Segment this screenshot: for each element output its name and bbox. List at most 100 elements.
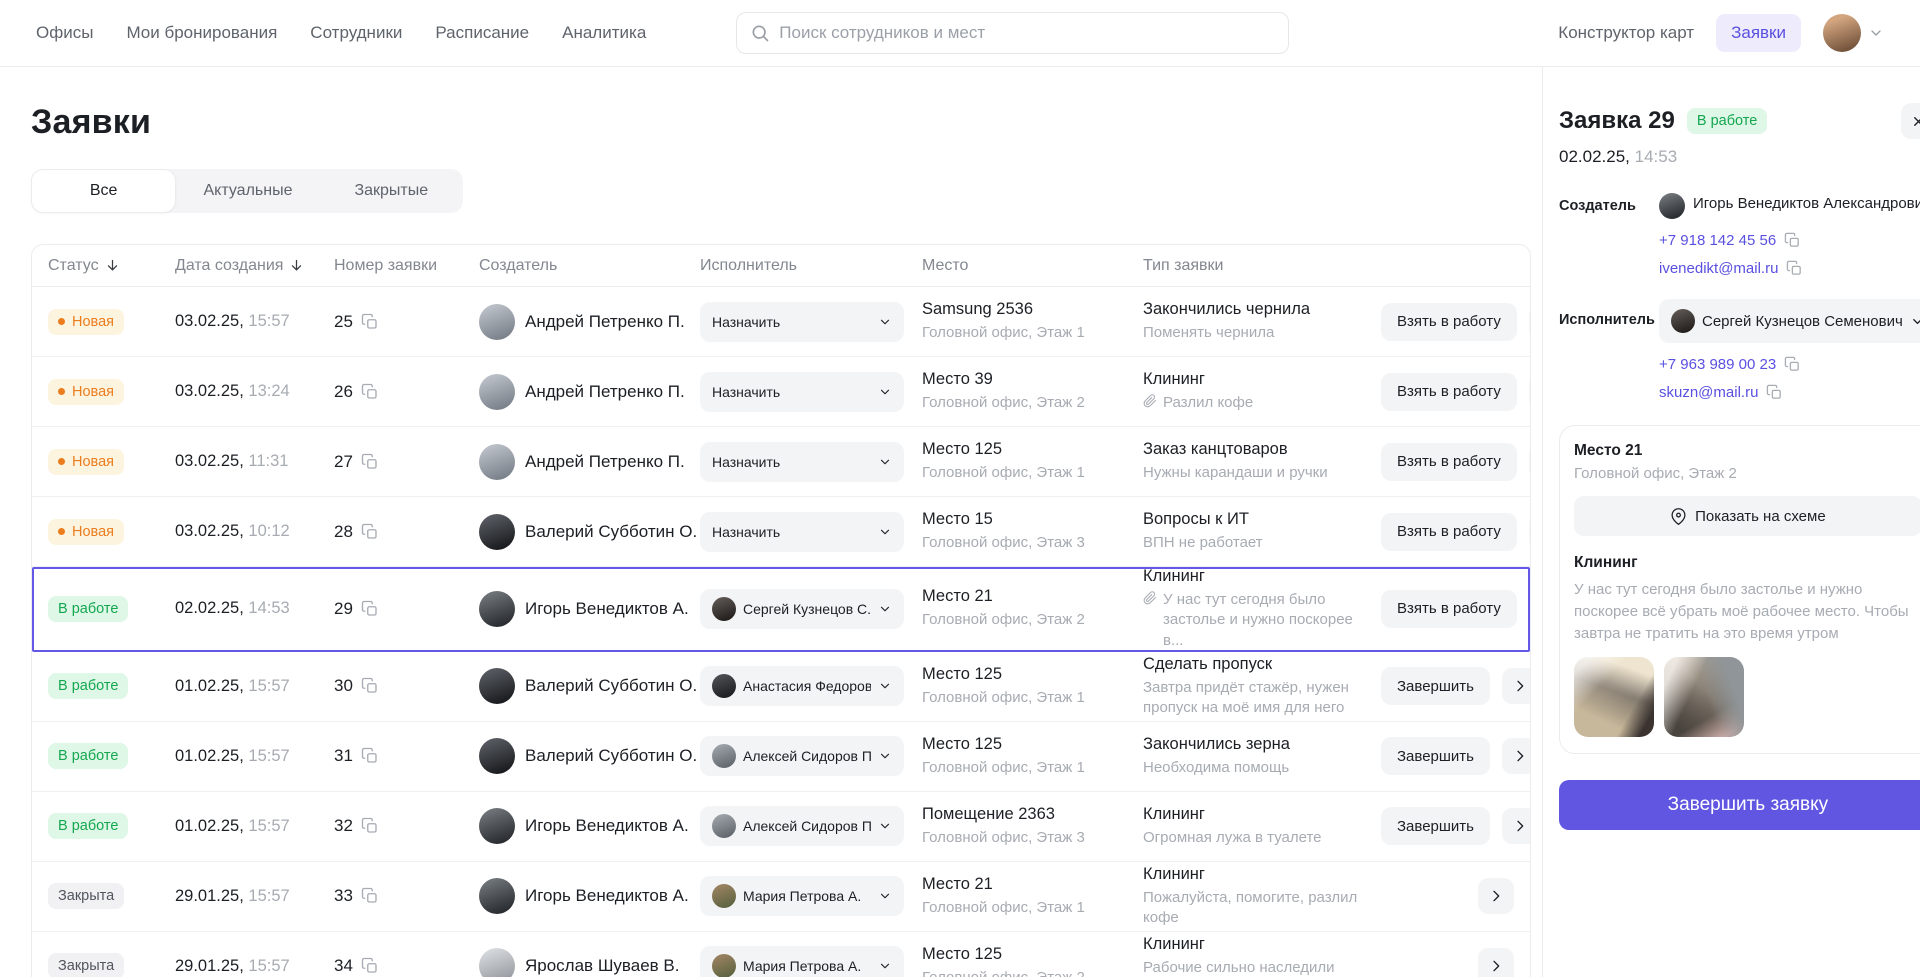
copy-icon[interactable]	[361, 313, 379, 331]
chevron-right-icon	[1512, 818, 1528, 834]
open-request-button[interactable]	[1502, 808, 1531, 844]
creator-avatar	[479, 591, 515, 627]
nav-item[interactable]: Мои бронирования	[126, 23, 277, 43]
executor-avatar	[712, 884, 736, 908]
table-row[interactable]: Новая 03.02.25, 15:57 25 Андрей Петренко…	[32, 287, 1530, 357]
copy-icon[interactable]	[1766, 384, 1783, 401]
copy-icon[interactable]	[1786, 260, 1803, 277]
request-number: 29	[334, 599, 353, 619]
table-row[interactable]: В работе 02.02.25, 14:53 29 Игорь Венеди…	[32, 567, 1530, 652]
executor-select[interactable]: Анастасия Федорова В.	[700, 666, 904, 706]
status-badge: В работе	[48, 596, 128, 622]
copy-icon[interactable]	[361, 817, 379, 835]
copy-icon[interactable]	[1784, 356, 1801, 373]
paperclip-icon	[1143, 394, 1157, 408]
row-action-button[interactable]: Взять в работу	[1381, 590, 1517, 628]
executor-select[interactable]: Назначить	[700, 442, 904, 482]
attachment-photos	[1574, 657, 1920, 737]
table-row[interactable]: Закрыта 29.01.25, 15:57 34 Ярослав Шувае…	[32, 932, 1530, 977]
table-row[interactable]: Новая 03.02.25, 10:12 28 Валерий Субботи…	[32, 497, 1530, 567]
executor-avatar	[712, 597, 736, 621]
column-header[interactable]: Статус	[48, 257, 175, 275]
executor-select[interactable]: Алексей Сидоров П.	[700, 736, 904, 776]
copy-icon[interactable]	[361, 677, 379, 695]
open-request-button[interactable]	[1502, 738, 1531, 774]
search-input[interactable]	[779, 23, 1275, 43]
request-description: У нас тут сегодня было застолье и нужно …	[1574, 579, 1920, 644]
copy-icon[interactable]	[361, 383, 379, 401]
executor-avatar	[712, 814, 736, 838]
executor-email-link[interactable]: skuzn@mail.ru	[1659, 384, 1758, 401]
copy-icon[interactable]	[361, 887, 379, 905]
open-request-button[interactable]	[1529, 591, 1531, 627]
open-request-button[interactable]	[1478, 878, 1514, 914]
tab-active[interactable]: Все	[31, 169, 176, 213]
created-datetime: 01.02.25, 15:57	[175, 677, 334, 696]
copy-icon[interactable]	[361, 600, 379, 618]
complete-request-button[interactable]: Завершить заявку	[1559, 780, 1920, 830]
tab-inactive[interactable]: Закрытые	[320, 169, 463, 213]
table-row[interactable]: В работе 01.02.25, 15:57 32 Игорь Венеди…	[32, 792, 1530, 862]
nav-item[interactable]: Сотрудники	[310, 23, 402, 43]
creator-label: Создатель	[1559, 193, 1659, 277]
executor-select[interactable]: Мария Петрова А.	[700, 876, 904, 916]
creator-avatar	[479, 948, 515, 977]
executor-select[interactable]: Назначить	[700, 372, 904, 412]
request-number: 27	[334, 452, 353, 472]
copy-icon[interactable]	[1784, 232, 1801, 249]
nav-map-builder[interactable]: Конструктор карт	[1558, 23, 1694, 43]
table-row[interactable]: В работе 01.02.25, 15:57 30 Валерий Субб…	[32, 652, 1530, 722]
executor-select[interactable]: Сергей Кузнецов С.	[700, 589, 904, 629]
close-panel-button[interactable]	[1901, 103, 1920, 139]
copy-icon[interactable]	[361, 747, 379, 765]
open-request-button[interactable]	[1502, 668, 1531, 704]
creator-email-link[interactable]: ivenedikt@mail.ru	[1659, 260, 1778, 277]
creator-cell: Валерий Субботин О.	[479, 668, 700, 704]
show-on-map-button[interactable]: Показать на схеме	[1574, 496, 1920, 536]
table-row[interactable]: Новая 03.02.25, 11:31 27 Андрей Петренко…	[32, 427, 1530, 497]
copy-icon[interactable]	[361, 453, 379, 471]
executor-select[interactable]: Сергей Кузнецов Семенович	[1659, 299, 1920, 343]
chevron-down-icon	[1910, 314, 1920, 329]
open-request-button[interactable]	[1478, 948, 1514, 977]
executor-select[interactable]: Мария Петрова А.	[700, 946, 904, 977]
table-row[interactable]: Закрыта 29.01.25, 15:57 33 Игорь Венедик…	[32, 862, 1530, 932]
row-action-button[interactable]: Взять в работу	[1381, 303, 1517, 341]
copy-icon[interactable]	[361, 523, 379, 541]
table-row[interactable]: В работе 01.02.25, 15:57 31 Валерий Субб…	[32, 722, 1530, 792]
open-request-button[interactable]	[1529, 374, 1531, 410]
nav-item[interactable]: Расписание	[435, 23, 529, 43]
row-action-button[interactable]: Взять в работу	[1381, 373, 1517, 411]
executor-select[interactable]: Назначить	[700, 302, 904, 342]
creator-phone-link[interactable]: +7 918 142 45 56	[1659, 232, 1776, 249]
sort-desc-icon	[289, 258, 304, 273]
user-avatar	[1823, 14, 1861, 52]
nav-item[interactable]: Офисы	[36, 23, 93, 43]
column-header[interactable]: Дата создания	[175, 257, 334, 275]
type-cell: Клининг Пожалуйста, помогите, разлил коф…	[1143, 865, 1381, 929]
status-badge: Новая	[48, 379, 124, 405]
open-request-button[interactable]	[1529, 304, 1531, 340]
creator-cell: Андрей Петренко П.	[479, 304, 700, 340]
user-profile-menu[interactable]	[1823, 14, 1884, 52]
attachment-photo[interactable]	[1574, 657, 1654, 737]
table-row[interactable]: Новая 03.02.25, 13:24 26 Андрей Петренко…	[32, 357, 1530, 427]
row-action-button[interactable]: Завершить	[1381, 807, 1490, 845]
open-request-button[interactable]	[1529, 444, 1531, 480]
row-action-button[interactable]: Взять в работу	[1381, 513, 1517, 551]
row-action-button[interactable]: Завершить	[1381, 667, 1490, 705]
executor-phone-link[interactable]: +7 963 989 00 23	[1659, 356, 1776, 373]
attachment-photo[interactable]	[1664, 657, 1744, 737]
nav-requests-active[interactable]: Заявки	[1716, 14, 1801, 52]
created-datetime: 01.02.25, 15:57	[175, 747, 334, 766]
tab-inactive[interactable]: Актуальные	[176, 169, 319, 213]
nav-item[interactable]: Аналитика	[562, 23, 646, 43]
status-filter-tabs: ВсеАктуальныеЗакрытые	[31, 169, 463, 213]
copy-icon[interactable]	[361, 957, 379, 975]
open-request-button[interactable]	[1529, 514, 1531, 550]
executor-select[interactable]: Алексей Сидоров П.	[700, 806, 904, 846]
row-action-button[interactable]: Завершить	[1381, 737, 1490, 775]
row-action-button[interactable]: Взять в работу	[1381, 443, 1517, 481]
executor-select[interactable]: Назначить	[700, 512, 904, 552]
search-box[interactable]	[736, 12, 1289, 54]
